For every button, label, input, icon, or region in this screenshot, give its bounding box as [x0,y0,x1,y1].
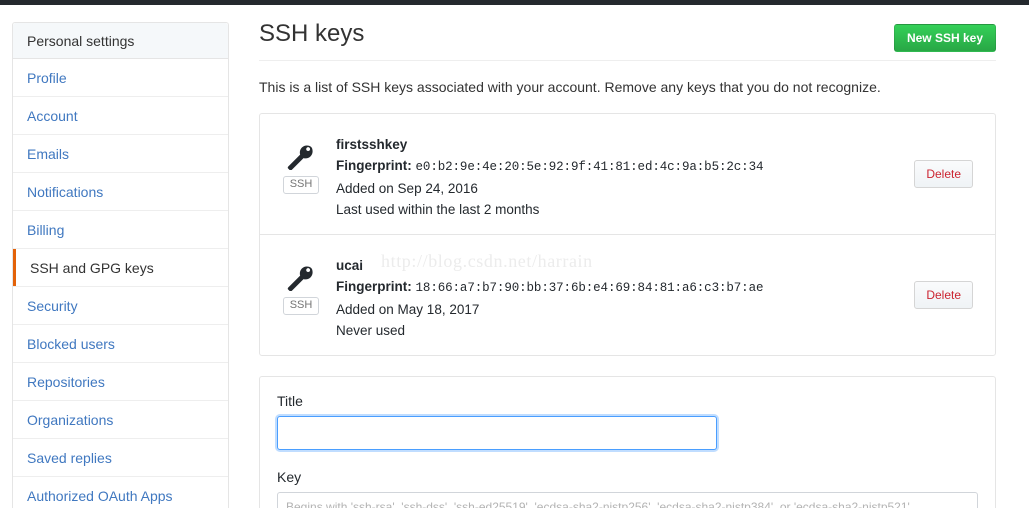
sidebar-item-label: SSH and GPG keys [30,260,154,276]
sidebar-item-label: Account [27,108,78,124]
sidebar-header: Personal settings [13,23,228,59]
key-last-used: Never used [336,323,406,338]
key-icon [287,145,313,170]
title-field-label: Title [277,393,303,409]
key-fingerprint-value: 18:66:a7:b7:90:bb:37:6b:e4:69:84:81:a6:c… [415,281,764,295]
delete-key-button[interactable]: Delete [914,160,973,188]
sidebar-item-label: Security [27,298,78,314]
key-icon [287,266,313,291]
key-title: firstsshkey [336,137,408,152]
ssh-key-row: SSH firstsshkey Fingerprint: e0:b2:9e:4e… [260,114,995,235]
sidebar-item-billing[interactable]: Billing [13,211,228,249]
sidebar-item-label: Saved replies [27,450,112,466]
key-last-used: Last used within the last 2 months [336,202,540,217]
key-textarea[interactable] [277,492,978,508]
new-ssh-key-form: Title Key [259,376,996,508]
page-description: This is a list of SSH keys associated wi… [259,79,881,95]
sidebar-item-account[interactable]: Account [13,97,228,135]
main-content: SSH keys New SSH key This is a list of S… [259,18,996,508]
ssh-keys-list: SSH firstsshkey Fingerprint: e0:b2:9e:4e… [259,113,996,356]
key-type-column: SSH [278,251,324,315]
sidebar-item-label: Authorized OAuth Apps [27,488,173,504]
sidebar-item-label: Notifications [27,184,104,200]
page-title: SSH keys [259,20,365,47]
sidebar-item-label: Profile [27,70,67,86]
key-fingerprint-value: e0:b2:9e:4e:20:5e:92:9f:41:81:ed:4c:9a:b… [415,160,764,174]
key-field-label: Key [277,469,302,485]
key-type-badge: SSH [282,176,320,194]
sidebar-item-security[interactable]: Security [13,287,228,325]
personal-settings-sidebar: Personal settings Profile Account Emails… [12,22,229,508]
key-fingerprint: Fingerprint: 18:66:a7:b7:90:bb:37:6b:e4:… [336,276,979,299]
key-details: firstsshkey Fingerprint: e0:b2:9e:4e:20:… [324,130,979,220]
page-header: SSH keys New SSH key [259,18,996,61]
key-added-date: Added on Sep 24, 2016 [336,181,478,196]
sidebar-item-repositories[interactable]: Repositories [13,363,228,401]
key-details: ucai Fingerprint: 18:66:a7:b7:90:bb:37:6… [324,251,979,341]
sidebar-item-organizations[interactable]: Organizations [13,401,228,439]
sidebar-item-notifications[interactable]: Notifications [13,173,228,211]
sidebar-item-saved-replies[interactable]: Saved replies [13,439,228,477]
key-added-date: Added on May 18, 2017 [336,302,480,317]
key-type-column: SSH [278,130,324,194]
sidebar-item-profile[interactable]: Profile [13,59,228,97]
ssh-key-row: SSH ucai Fingerprint: 18:66:a7:b7:90:bb:… [260,235,995,355]
key-fingerprint-label: Fingerprint: [336,279,412,294]
sidebar-item-emails[interactable]: Emails [13,135,228,173]
sidebar-item-label: Blocked users [27,336,115,352]
sidebar-item-ssh-and-gpg-keys[interactable]: SSH and GPG keys [13,249,228,287]
global-header-bar [0,0,1029,5]
key-fingerprint-label: Fingerprint: [336,158,412,173]
sidebar-item-label: Billing [27,222,65,238]
key-title: ucai [336,258,364,273]
delete-key-button[interactable]: Delete [914,281,973,309]
sidebar-item-label: Organizations [27,412,114,428]
title-input[interactable] [277,416,717,450]
new-ssh-key-button[interactable]: New SSH key [893,24,996,52]
sidebar-item-label: Repositories [27,374,105,390]
sidebar-item-label: Emails [27,146,70,162]
key-fingerprint: Fingerprint: e0:b2:9e:4e:20:5e:92:9f:41:… [336,155,979,178]
sidebar-item-blocked-users[interactable]: Blocked users [13,325,228,363]
sidebar-item-authorized-oauth-apps[interactable]: Authorized OAuth Apps [13,477,228,508]
key-type-badge: SSH [282,297,320,315]
settings-page: Personal settings Profile Account Emails… [0,0,1029,508]
